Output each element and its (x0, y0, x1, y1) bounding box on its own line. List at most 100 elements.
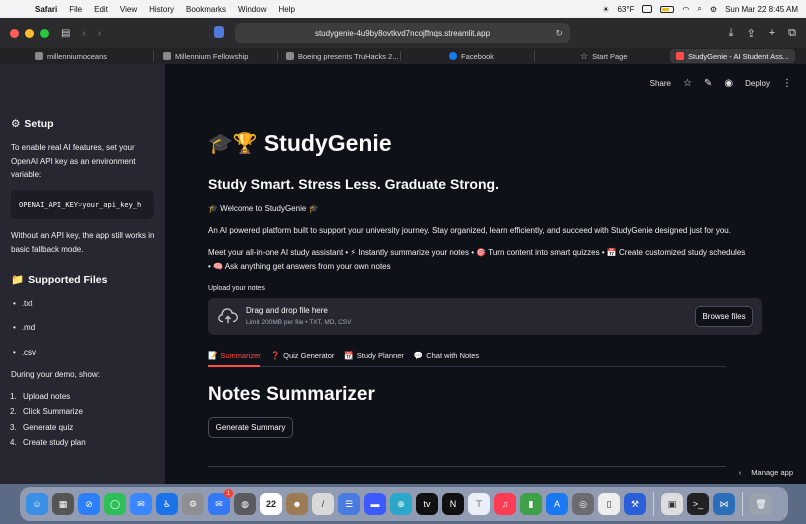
maps-icon[interactable]: ⊕ (390, 493, 412, 515)
github-icon[interactable]: ◉ (724, 78, 733, 89)
trash-icon[interactable]: 🗑 (750, 493, 772, 515)
share-icon[interactable]: ⇪ (746, 27, 755, 40)
downloads-icon[interactable]: ⤓ (729, 27, 734, 40)
step-label: Click Summarize (23, 407, 84, 416)
weather-icon[interactable]: ☀ (602, 5, 609, 14)
browser-tab-millennium-fellowship[interactable]: Millennium Fellowship (163, 49, 248, 63)
code-block[interactable]: OPENAI_API_KEY = your_api_key_h (11, 190, 154, 219)
finder-icon[interactable]: ☺ (26, 493, 48, 515)
chrome-icon[interactable]: ◎ (572, 493, 594, 515)
search-icon[interactable]: ⌕ (697, 4, 701, 14)
music-icon[interactable]: ♫ (494, 493, 516, 515)
star-icon[interactable]: ☆ (683, 78, 692, 89)
streamlit-app: ⚙ Setup To enable real AI features, set … (0, 64, 806, 484)
contacts-icon[interactable]: ☻ (286, 493, 308, 515)
new-tab-icon[interactable]: + (769, 27, 775, 39)
tab-label: Chat with Notes (426, 350, 480, 360)
address-bar[interactable]: studygenie-4u9by8ovtkvd7ncojffnqs.stream… (235, 23, 570, 43)
menu-help[interactable]: Help (278, 5, 294, 14)
archive-icon[interactable]: ▣ (661, 493, 683, 515)
share-button[interactable]: Share (650, 79, 671, 88)
messages-icon[interactable]: ◯ (104, 493, 126, 515)
menu-history[interactable]: History (149, 5, 174, 14)
fallback-text: Without an API key, the app still works … (11, 231, 155, 254)
terminal-icon[interactable]: >_ (687, 493, 709, 515)
browser-tab-start-page[interactable]: ☆ Start Page (580, 49, 628, 63)
tab-summarizer[interactable]: 📝 Summarizer (208, 348, 261, 362)
menu-window[interactable]: Window (238, 5, 266, 14)
features-text: Meet your all-in-one AI study assistant … (208, 248, 746, 271)
app-store-2-icon[interactable]: A (546, 493, 568, 515)
active-tab-indicator (208, 365, 260, 367)
close-window-button[interactable] (10, 28, 19, 38)
menu-view[interactable]: View (120, 5, 137, 14)
main-content: Share ☆ ✎ ◉ Deploy ⋮ 🎓🏆 StudyGenie Study… (165, 64, 806, 484)
manage-app-button[interactable]: ‹ Manage app (739, 468, 793, 477)
numbers-icon[interactable]: ▮ (520, 493, 542, 515)
generate-summary-button[interactable]: Generate Summary (208, 417, 293, 438)
bullet-dot: • (13, 323, 16, 332)
reload-icon[interactable]: ↻ (555, 28, 563, 39)
minimize-window-button[interactable] (25, 28, 34, 38)
tab-label: Summarizer (220, 350, 261, 360)
tab-overview-icon[interactable]: ⧉ (788, 27, 796, 40)
menu-file[interactable]: File (69, 5, 82, 14)
mail-icon[interactable]: ✉ (130, 493, 152, 515)
wifi-icon[interactable]: ◠ (682, 5, 689, 14)
question-icon: ❓ (270, 350, 281, 360)
notification-badge: 1 (224, 489, 233, 498)
tab-study-planner[interactable]: 📆 Study Planner (344, 348, 403, 362)
app-store-icon[interactable]: ♿ (156, 493, 178, 515)
menu-app-name[interactable]: Safari (35, 5, 57, 14)
zoom-window-button[interactable] (40, 28, 49, 38)
xcode-icon[interactable]: ⚒ (624, 493, 646, 515)
keynote-icon[interactable]: ⊤ (468, 493, 490, 515)
safari-icon[interactable]: ⊘ (78, 493, 100, 515)
deploy-button[interactable]: Deploy (745, 79, 770, 88)
vscode-icon[interactable]: ⋈ (713, 493, 735, 515)
tv-icon[interactable]: tv (416, 493, 438, 515)
streamlit-icon (676, 52, 684, 60)
keyboard-icon[interactable] (642, 5, 653, 13)
browser-tab-studygenie[interactable]: StudyGenie - AI Student Ass... (670, 49, 795, 63)
url-text[interactable]: studygenie-4u9by8ovtkvd7ncojffnqs.stream… (315, 29, 490, 38)
facebook-icon (449, 52, 457, 60)
browser-tab-facebook[interactable]: Facebook (449, 49, 494, 63)
file-dropzone[interactable]: Drag and drop file here Limit 200MB per … (208, 298, 762, 335)
forward-icon[interactable]: › (98, 28, 101, 39)
browser-tab-millenniumoceans[interactable]: millenniumoceans (35, 49, 107, 63)
speech-bubble-icon: 💬 (413, 350, 424, 360)
preview-icon[interactable]: ▯ (598, 493, 620, 515)
freeform-icon[interactable]: ▬ (364, 493, 386, 515)
privacy-shield-icon[interactable] (214, 26, 224, 38)
launchpad-icon[interactable]: ▦ (52, 493, 74, 515)
edit-icon[interactable]: ✎ (704, 78, 712, 89)
datetime[interactable]: Sun Mar 22 8:45 AM (725, 5, 798, 14)
news-icon[interactable]: N (442, 493, 464, 515)
menu-edit[interactable]: Edit (94, 5, 108, 14)
browse-files-button[interactable]: Browse files (695, 306, 753, 327)
battery-icon[interactable] (660, 5, 675, 13)
reminders-icon[interactable]: ☰ (338, 493, 360, 515)
title-text: StudyGenie (263, 130, 392, 156)
dropzone-subtitle: Limit 200MB per file • TXT, MD, CSV (246, 319, 352, 326)
demo-step: 3. Generate quiz (10, 423, 73, 432)
tab-chat-with-notes[interactable]: 💬 Chat with Notes (414, 348, 479, 362)
file-type-item: • .txt (13, 299, 32, 308)
demo-step: 4. Create study plan (10, 438, 86, 447)
browser-tab-truhacks[interactable]: Boeing presents TruHacks 2... (286, 49, 398, 63)
sidebar-toggle-icon[interactable]: ▤ (61, 28, 70, 39)
calendar-icon[interactable]: 22 (260, 493, 282, 515)
window-controls (10, 28, 49, 38)
more-menu-icon[interactable]: ⋮ (782, 78, 792, 89)
tab-quiz-generator[interactable]: ❓ Quiz Generator (271, 348, 335, 362)
temperature[interactable]: 63°F (617, 5, 634, 14)
photos-icon[interactable]: ◍ (234, 493, 256, 515)
back-icon[interactable]: ‹ (82, 28, 85, 39)
mail-badge-app-icon[interactable]: ✉ 1 (208, 489, 233, 515)
system-settings-icon[interactable]: ⚙ (182, 493, 204, 515)
control-center-icon[interactable]: ⚙ (710, 5, 717, 14)
step-label: Upload notes (23, 392, 71, 401)
notes-icon[interactable]: / (312, 493, 334, 515)
menu-bookmarks[interactable]: Bookmarks (186, 5, 226, 14)
